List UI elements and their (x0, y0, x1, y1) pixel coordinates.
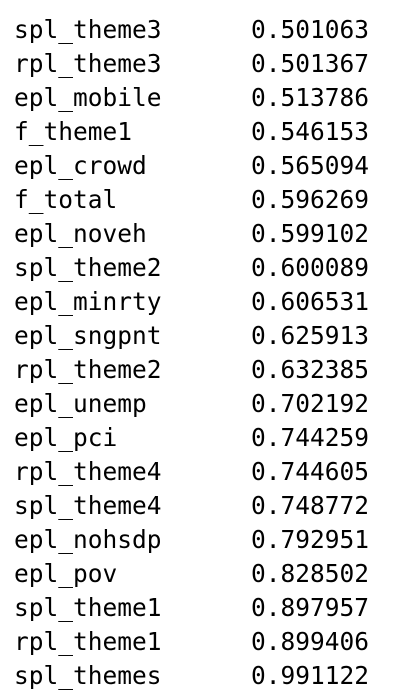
row-name: epl_noveh (14, 219, 147, 248)
row-value: 0.599102 (251, 219, 370, 248)
row-value: 0.899406 (251, 627, 370, 656)
row-value: 0.596269 (251, 185, 370, 214)
row-name: epl_pci (14, 423, 118, 452)
output-row: f_total 0.596269 (0, 183, 410, 217)
row-name: spl_theme2 (14, 253, 162, 282)
row-value: 0.632385 (251, 355, 370, 384)
row-value: 0.828502 (251, 559, 370, 588)
row-name: rpl_theme1 (14, 627, 162, 656)
row-name: epl_unemp (14, 389, 147, 418)
row-value: 0.702192 (251, 389, 370, 418)
row-value: 0.501063 (251, 15, 370, 44)
row-value: 0.513786 (251, 83, 370, 112)
output-row: epl_crowd 0.565094 (0, 149, 410, 183)
output-row: rpl_theme4 0.744605 (0, 455, 410, 489)
output-row: epl_noveh 0.599102 (0, 217, 410, 251)
row-value: 0.792951 (251, 525, 370, 554)
row-name: spl_themes (14, 661, 162, 690)
output-row: spl_theme1 0.897957 (0, 591, 410, 625)
row-value: 0.600089 (251, 253, 370, 282)
row-name: f_total (14, 185, 118, 214)
output-row: spl_theme2 0.600089 (0, 251, 410, 285)
row-value: 0.748772 (251, 491, 370, 520)
row-name: spl_theme1 (14, 593, 162, 622)
row-name: f_theme1 (14, 117, 133, 146)
output-row: epl_mobile 0.513786 (0, 81, 410, 115)
row-value: 0.625913 (251, 321, 370, 350)
row-name: rpl_theme2 (14, 355, 162, 384)
row-name: epl_nohsdp (14, 525, 162, 554)
row-name: rpl_theme4 (14, 457, 162, 486)
row-value: 0.565094 (251, 151, 370, 180)
output-row: f_theme1 0.546153 (0, 115, 410, 149)
output-row: rpl_theme3 0.501367 (0, 47, 410, 81)
row-name: epl_minrty (14, 287, 162, 316)
output-row: epl_minrty 0.606531 (0, 285, 410, 319)
row-name: spl_theme4 (14, 491, 162, 520)
row-name: rpl_theme3 (14, 49, 162, 78)
row-value: 0.501367 (251, 49, 370, 78)
output-row: epl_nohsdp 0.792951 (0, 523, 410, 557)
row-name: spl_theme3 (14, 15, 162, 44)
output-row: epl_sngpnt 0.625913 (0, 319, 410, 353)
row-name: epl_pov (14, 559, 118, 588)
output-row: spl_themes 0.991122 (0, 659, 410, 693)
output-row: epl_pci 0.744259 (0, 421, 410, 455)
row-name: epl_crowd (14, 151, 147, 180)
row-value: 0.897957 (251, 593, 370, 622)
row-value: 0.546153 (251, 117, 370, 146)
output-row: epl_pov 0.828502 (0, 557, 410, 591)
output-row: epl_unemp 0.702192 (0, 387, 410, 421)
output-row: spl_theme4 0.748772 (0, 489, 410, 523)
row-value: 0.744259 (251, 423, 370, 452)
row-value: 0.744605 (251, 457, 370, 486)
output-row: spl_theme3 0.501063 (0, 13, 410, 47)
output-row: rpl_theme1 0.899406 (0, 625, 410, 659)
row-name: epl_sngpnt (14, 321, 162, 350)
output-row: rpl_theme2 0.632385 (0, 353, 410, 387)
series-output: spl_theme3 0.501063 rpl_theme3 0.501367 … (0, 13, 410, 693)
row-value: 0.991122 (251, 661, 370, 690)
row-name: epl_mobile (14, 83, 162, 112)
row-value: 0.606531 (251, 287, 370, 316)
